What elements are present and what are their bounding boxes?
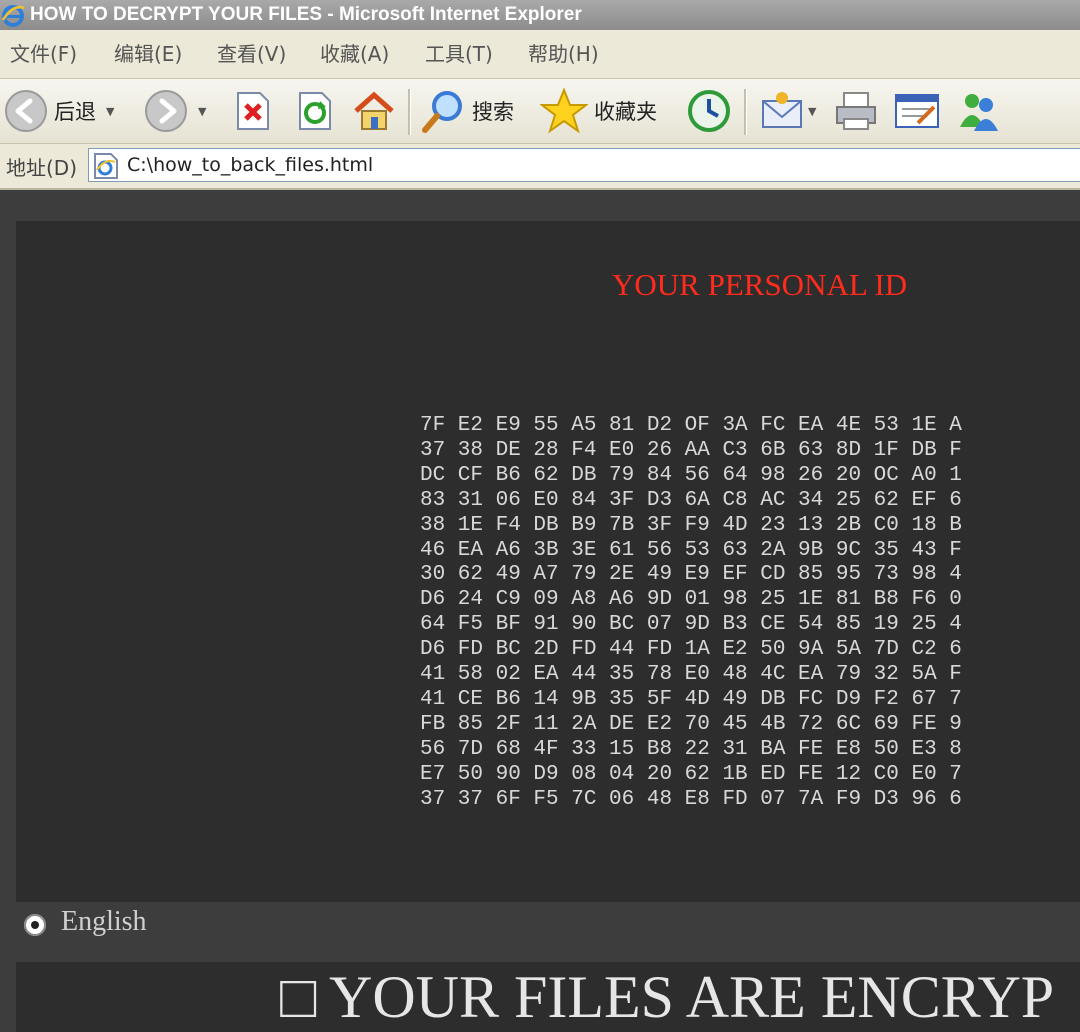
stop-button[interactable] [234,79,272,143]
forward-icon [145,90,187,132]
personal-id-line: D6 FD BC 2D FD 44 FD 1A E2 50 9A 5A 7D C… [420,638,962,662]
forward-dropdown-icon[interactable]: ▼ [198,105,206,118]
address-bar: 地址(D) C:\how_to_back_files.html [0,144,1080,190]
address-input[interactable]: C:\how_to_back_files.html [88,148,1080,182]
personal-id-line: D6 24 C9 09 A8 A6 9D 01 98 25 1E 81 B8 F… [420,588,962,612]
personal-id-line: 38 1E F4 DB B9 7B 3F F9 4D 23 13 2B C0 1… [420,513,962,537]
personal-id-line: 46 EA A6 3B 3E 61 56 53 63 2A 9B 9C 35 4… [420,538,962,562]
favorites-label: 收藏夹 [594,100,657,124]
menu-file[interactable]: 文件(F) [10,30,77,78]
mail-dropdown-icon[interactable]: ▼ [808,105,816,118]
edit-icon [895,94,939,128]
toolbar: 后退 ▼ ▼ 搜索 收藏夹 ▼ [0,79,1080,144]
history-button[interactable] [686,79,732,143]
personal-id-line: 30 62 49 A7 79 2E 49 E9 EF CD 85 95 73 9… [420,563,962,587]
personal-id-line: 56 7D 68 4F 33 15 B8 22 31 BA FE E8 50 E… [420,737,962,761]
history-icon [688,90,730,132]
personal-id-panel: YOUR PERSONAL ID 7F E2 E9 55 A5 81 D2 OF… [16,221,1080,902]
print-button[interactable] [834,79,878,143]
personal-id-line: 7F E2 E9 55 A5 81 D2 OF 3A FC EA 4E 53 1… [420,414,962,437]
page-content: YOUR PERSONAL ID 7F E2 E9 55 A5 81 D2 OF… [0,190,1080,1032]
messenger-button[interactable] [956,79,1002,143]
window-title-bar[interactable]: HOW TO DECRYPT YOUR FILES - Microsoft In… [0,0,1080,30]
toolbar-separator [744,89,747,135]
personal-id-line: 83 31 06 E0 84 3F D3 6A C8 AC 34 25 62 E… [420,488,962,512]
menu-bar: 文件(F) 编辑(E) 查看(V) 收藏(A) 工具(T) 帮助(H) [0,30,1080,79]
personal-id-line: 37 37 6F F5 7C 06 48 E8 FD 07 7A F9 D3 9… [420,787,962,811]
personal-id-title: YOUR PERSONAL ID [612,267,908,302]
language-label-english: English [61,906,147,937]
home-icon [354,91,394,130]
language-radio-english[interactable] [24,914,46,936]
menu-edit[interactable]: 编辑(E) [114,30,182,78]
menu-tools[interactable]: 工具(T) [425,30,493,78]
window-title: HOW TO DECRYPT YOUR FILES - Microsoft In… [30,4,582,25]
mail-button[interactable]: ▼ [760,79,816,143]
refresh-icon [299,92,331,130]
page-icon [94,153,118,179]
favorites-icon [540,88,588,134]
address-label: 地址(D) [6,156,78,180]
back-button[interactable]: 后退 ▼ [4,79,114,143]
favorites-button[interactable]: 收藏夹 [540,79,657,143]
personal-id-hex-block: 7F E2 E9 55 A5 81 D2 OF 3A FC EA 4E 53 1… [420,414,1080,813]
mail-icon [762,92,802,128]
search-label: 搜索 [472,100,514,124]
menu-help[interactable]: 帮助(H) [528,30,599,78]
search-icon [422,91,462,133]
menu-view[interactable]: 查看(V) [217,30,286,78]
personal-id-line: DC CF B6 62 DB 79 84 56 64 98 26 20 OC A… [420,463,962,487]
back-icon [5,90,47,132]
address-url: C:\how_to_back_files.html [127,154,374,176]
home-button[interactable] [352,79,396,143]
personal-id-line: 41 CE B6 14 9B 35 5F 4D 49 DB FC D9 F2 6… [420,687,962,711]
toolbar-separator [408,89,411,135]
ie-logo-icon [1,5,25,27]
personal-id-line: 41 58 02 EA 44 35 78 E0 48 4C EA 79 32 5… [420,663,962,687]
personal-id-line: FB 85 2F 11 2A DE E2 70 45 4B 72 6C 69 F… [420,712,962,736]
personal-id-line: 64 F5 BF 91 90 BC 07 9D B3 CE 54 85 19 2… [420,613,962,637]
back-dropdown-icon[interactable]: ▼ [106,105,114,118]
encrypted-files-banner: □ YOUR FILES ARE ENCRYP [16,962,1080,1032]
back-label: 后退 [54,100,96,124]
banner-heading: □ YOUR FILES ARE ENCRYP [280,964,1055,1030]
search-button[interactable]: 搜索 [420,79,514,143]
forward-button[interactable]: ▼ [144,79,206,143]
personal-id-line: 37 38 DE 28 F4 E0 26 AA C3 6B 63 8D 1F D… [420,438,962,462]
messenger-icon [960,94,998,131]
edit-button[interactable] [894,79,940,143]
refresh-button[interactable] [296,79,334,143]
print-icon [836,92,876,130]
personal-id-line: E7 50 90 D9 08 04 20 62 1B ED FE 12 C0 E… [420,762,962,786]
menu-favorites[interactable]: 收藏(A) [320,30,389,78]
stop-icon [237,92,269,130]
